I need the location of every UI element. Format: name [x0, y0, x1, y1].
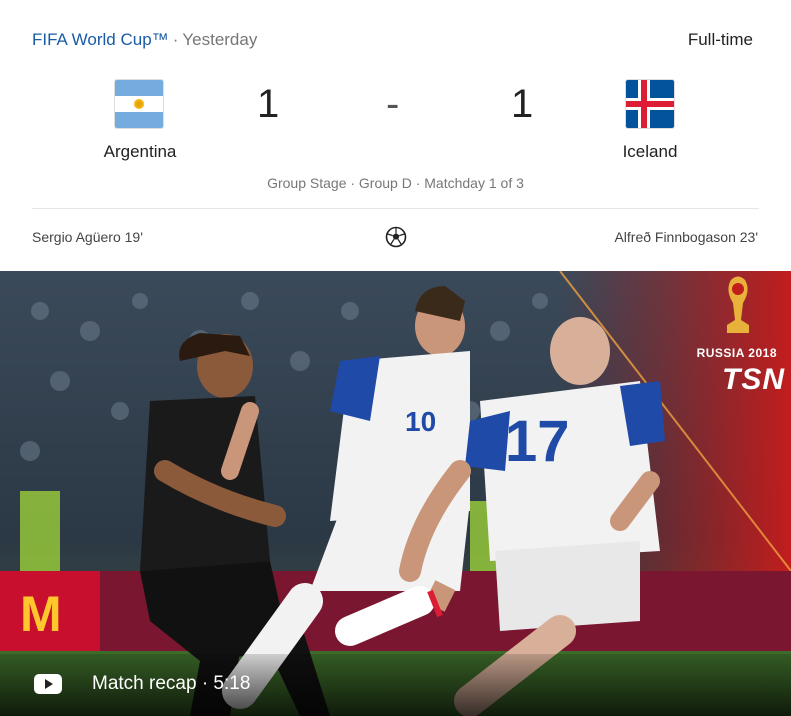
svg-text:M: M: [20, 586, 62, 642]
svg-text:17: 17: [505, 409, 570, 474]
svg-text:10: 10: [405, 406, 436, 437]
iceland-flag-icon[interactable]: [625, 79, 675, 129]
header-separator: ·: [172, 30, 179, 49]
match-date: Yesterday: [182, 30, 258, 49]
score-dash: -: [386, 82, 400, 126]
recap-label[interactable]: Match recap · 5:18: [92, 673, 250, 695]
away-score: 1: [511, 82, 534, 126]
away-scorer: Alfreð Finnbogason 23': [614, 229, 758, 245]
match-stage: Group Stage · Group D · Matchday 1 of 3: [267, 175, 524, 191]
home-team-name[interactable]: Argentina: [70, 142, 210, 162]
video-thumbnail: M 10 17: [0, 271, 791, 716]
broadcast-branding: RUSSIA 2018 TSN: [681, 271, 791, 421]
soccer-ball-icon: [385, 226, 407, 248]
competition-link[interactable]: FIFA World Cup™: [32, 30, 169, 49]
away-team-name[interactable]: Iceland: [580, 142, 720, 162]
home-scorer: Sergio Agüero 19': [32, 229, 143, 245]
recap-bar[interactable]: Match recap · 5:18: [0, 654, 791, 716]
world-cup-trophy-icon: [727, 276, 749, 333]
match-card: FIFA World Cup™ · Yesterday Full-time Arge…: [0, 0, 791, 716]
broadcaster-logo: TSN: [722, 363, 785, 396]
divider: [32, 208, 759, 209]
match-header: FIFA World Cup™ · Yesterday: [32, 30, 257, 50]
argentina-flag-icon[interactable]: [114, 79, 164, 129]
home-score: 1: [257, 82, 280, 126]
match-status: Full-time: [687, 30, 753, 49]
match-recap-video[interactable]: M 10 17 RUSSIA 2018 TSN Match recap · 5:…: [0, 271, 791, 716]
event-label: RUSSIA 2018: [696, 346, 777, 360]
play-icon[interactable]: [34, 674, 62, 694]
